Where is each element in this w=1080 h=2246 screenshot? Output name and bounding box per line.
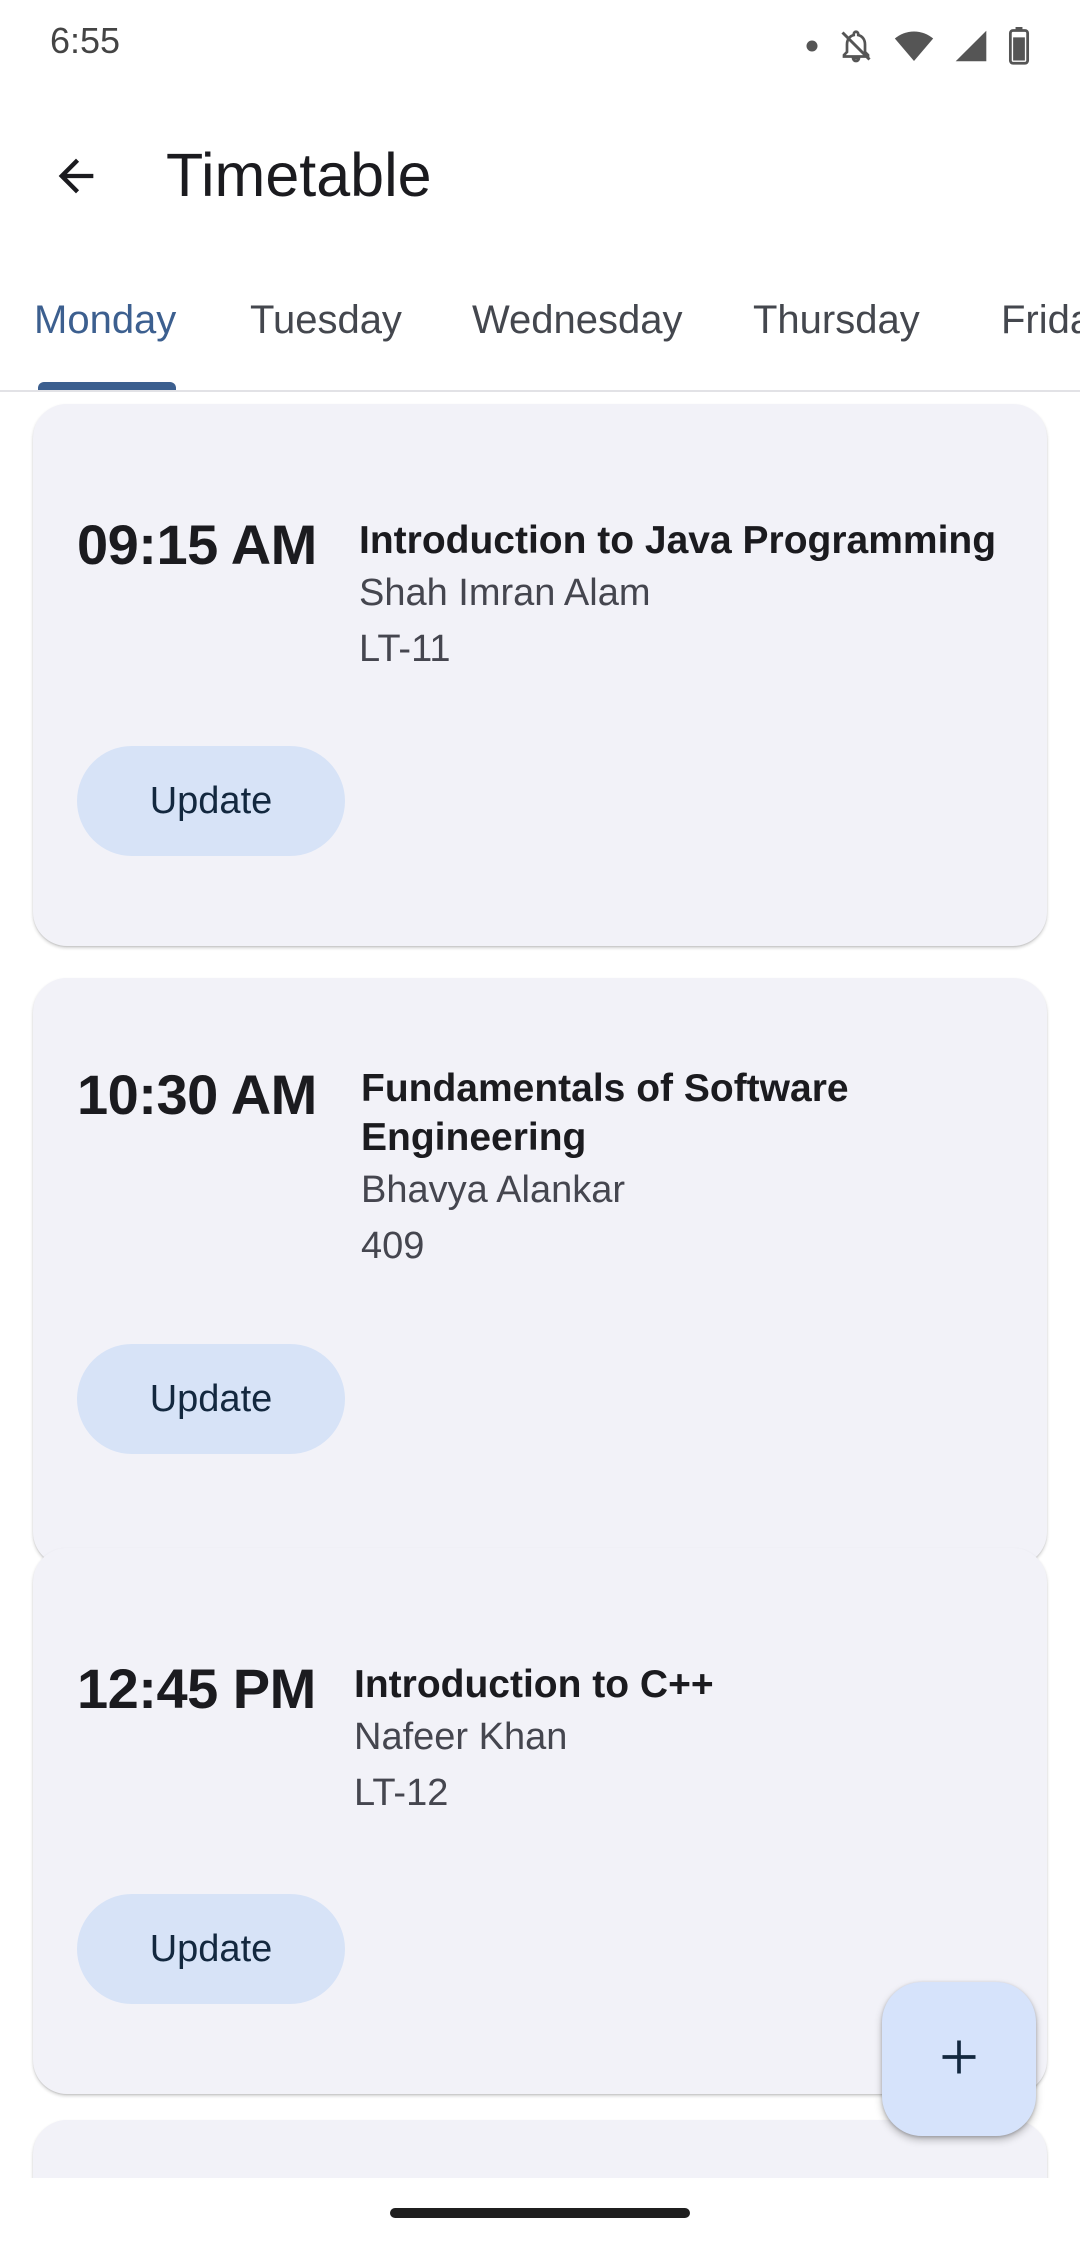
class-list[interactable]: 09:15 AM Introduction to Java Programmin… <box>0 394 1080 2178</box>
timetable-screen: 6:55 Timetable Monday Tuesday Wednesday … <box>0 0 1080 2246</box>
page-title: Timetable <box>166 141 432 209</box>
class-title: Introduction to Java Programming <box>359 519 997 562</box>
navigation-bar <box>0 2178 1080 2246</box>
update-button[interactable]: Update <box>77 1344 345 1454</box>
update-button[interactable]: Update <box>77 1894 345 2004</box>
class-instructor: Nafeer Khan <box>354 1716 568 1758</box>
class-instructor: Shah Imran Alam <box>359 572 651 614</box>
day-tabs: Monday Tuesday Wednesday Thursday Frida <box>0 276 1080 392</box>
class-time: 10:30 AM <box>77 1063 317 1126</box>
class-info: Introduction to C++ Nafeer Khan LT-12 <box>354 1660 1024 1821</box>
class-title: Introduction to C++ <box>354 1663 714 1706</box>
tab-monday[interactable]: Monday <box>34 298 176 343</box>
class-room: 409 <box>361 1225 425 1267</box>
class-time: 12:45 PM <box>77 1657 316 1720</box>
tab-thursday[interactable]: Thursday <box>753 298 920 343</box>
update-button[interactable]: Update <box>77 746 345 856</box>
class-room: LT-11 <box>359 628 451 670</box>
dot-icon <box>806 40 818 52</box>
status-icons <box>806 26 1030 66</box>
arrow-back-icon <box>50 150 102 207</box>
class-card: 09:15 AM Introduction to Java Programmin… <box>33 404 1047 946</box>
tab-friday[interactable]: Frida <box>1001 298 1080 343</box>
tab-tuesday[interactable]: Tuesday <box>250 298 402 343</box>
class-instructor: Bhavya Alankar <box>361 1169 626 1211</box>
back-button[interactable] <box>36 138 116 218</box>
class-info: Fundamentals of Software Engineering Bha… <box>361 1064 1031 1274</box>
class-card: 10:30 AM Fundamentals of Software Engine… <box>33 978 1047 1566</box>
class-title: Fundamentals of Software Engineering <box>361 1067 849 1159</box>
class-card-partial <box>33 2120 1047 2178</box>
gesture-handle[interactable] <box>390 2208 690 2218</box>
signal-icon <box>954 29 988 63</box>
bell-off-icon <box>838 28 874 64</box>
class-time: 09:15 AM <box>77 513 317 576</box>
tab-indicator <box>38 382 176 390</box>
class-room: LT-12 <box>354 1772 449 1814</box>
tab-wednesday[interactable]: Wednesday <box>472 298 683 343</box>
top-app-bar: Timetable <box>0 110 1080 240</box>
add-class-button[interactable] <box>882 1982 1036 2136</box>
class-info: Introduction to Java Programming Shah Im… <box>359 516 1029 677</box>
status-time: 6:55 <box>50 20 121 61</box>
status-bar: 6:55 <box>0 0 1080 90</box>
plus-icon <box>937 2035 981 2084</box>
battery-icon <box>1008 27 1030 65</box>
wifi-icon <box>894 29 934 63</box>
